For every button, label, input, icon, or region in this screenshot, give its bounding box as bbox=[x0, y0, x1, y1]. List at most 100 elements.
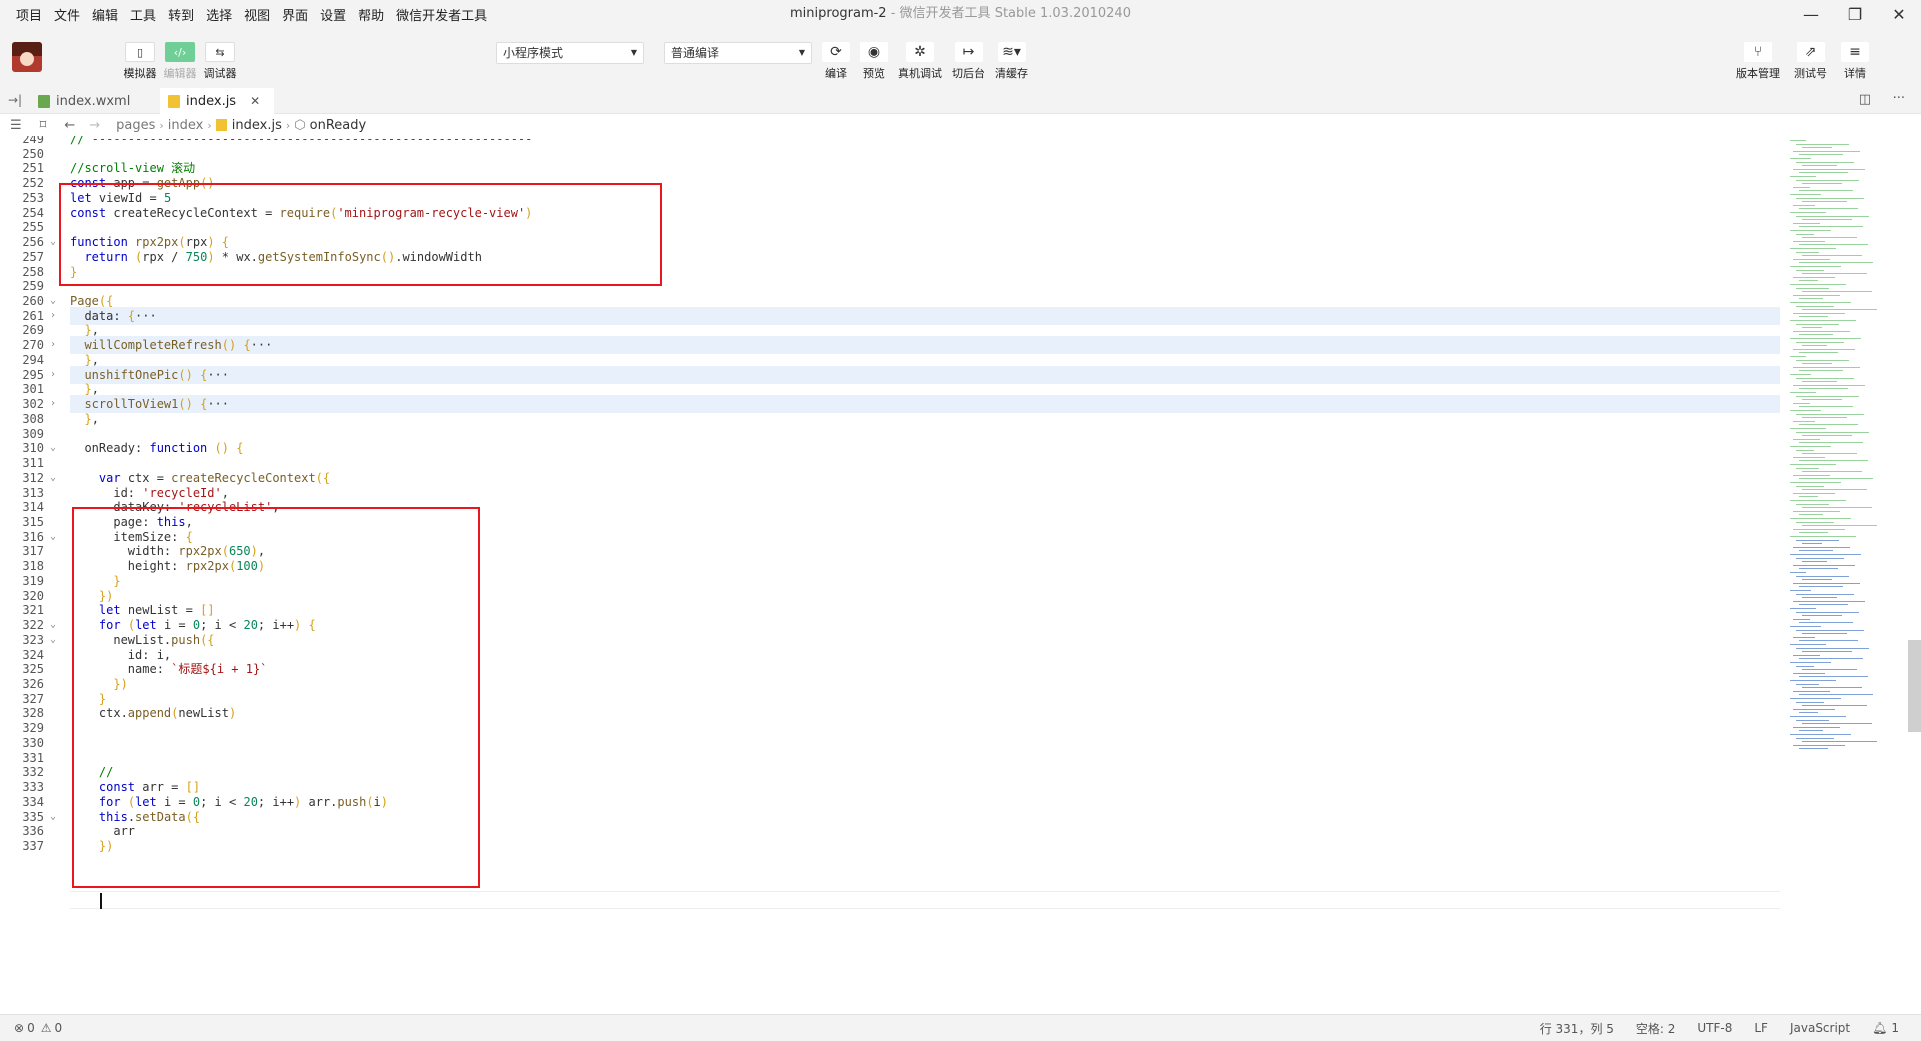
minimap-line bbox=[1799, 748, 1828, 750]
current-line-highlight bbox=[70, 891, 1780, 909]
menu-item[interactable]: 界面 bbox=[276, 5, 314, 24]
minimap-line bbox=[1802, 201, 1847, 203]
breadcrumb-symbol[interactable]: onReady bbox=[310, 118, 367, 133]
back-arrow-icon[interactable]: ← bbox=[64, 118, 75, 133]
chevron-down-icon: ▼ bbox=[630, 48, 637, 57]
cursor-position[interactable]: 行 331，列 5 bbox=[1540, 1020, 1614, 1037]
bell-icon[interactable]: 🔔︎ bbox=[1872, 1021, 1887, 1035]
minimap-line bbox=[1802, 417, 1847, 419]
minimize-button[interactable]: — bbox=[1789, 0, 1833, 28]
bookmark-icon[interactable]: ⌑ bbox=[40, 118, 47, 133]
minimap-line bbox=[1802, 543, 1822, 545]
method-icon: ⬡ bbox=[294, 117, 306, 133]
preview-label: 预览 bbox=[863, 67, 885, 80]
minimap-line bbox=[1799, 334, 1833, 336]
debugger-label: 调试器 bbox=[203, 67, 237, 80]
warning-icon[interactable]: ⚠ bbox=[41, 1021, 52, 1035]
avatar[interactable] bbox=[12, 42, 42, 72]
real-device-debug-button[interactable]: ✲ 真机调试 bbox=[898, 42, 942, 81]
preview-button[interactable]: ◉ 预览 bbox=[860, 42, 888, 81]
menu-item[interactable]: 编辑 bbox=[86, 5, 124, 24]
version-management-button[interactable]: ⑂ 版本管理 bbox=[1736, 42, 1780, 81]
minimap-line bbox=[1790, 536, 1856, 537]
menu-item[interactable]: 视图 bbox=[238, 5, 276, 24]
minimap-line bbox=[1793, 582, 1860, 584]
indentation[interactable]: 空格: 2 bbox=[1636, 1020, 1676, 1037]
list-icon[interactable]: ☰ bbox=[10, 118, 22, 133]
language-mode[interactable]: JavaScript bbox=[1790, 1021, 1850, 1035]
minimap-line bbox=[1790, 608, 1816, 609]
phone-icon: ▯ bbox=[125, 42, 155, 62]
minimap-line bbox=[1793, 150, 1860, 152]
more-icon[interactable]: ··· bbox=[1893, 91, 1905, 106]
minimap-line bbox=[1799, 280, 1818, 282]
minimap-line bbox=[1790, 590, 1811, 591]
menu-item[interactable]: 文件 bbox=[48, 5, 86, 24]
chevron-right-icon: › bbox=[159, 118, 164, 132]
menu-item[interactable]: 设置 bbox=[314, 5, 352, 24]
encoding[interactable]: UTF-8 bbox=[1697, 1021, 1732, 1035]
vertical-scrollbar[interactable] bbox=[1908, 640, 1921, 732]
minimap[interactable] bbox=[1786, 136, 1906, 1014]
minimap-line bbox=[1799, 496, 1818, 498]
minimap-line bbox=[1802, 183, 1842, 185]
details-button[interactable]: ≡ 详情 bbox=[1841, 42, 1869, 81]
minimap-line bbox=[1802, 255, 1862, 257]
menu-items: 项目 文件 编辑 工具 转到 选择 视图 界面 设置 帮助 微信开发者工具 bbox=[0, 5, 493, 24]
split-editor-icon[interactable]: ◫ bbox=[1859, 92, 1871, 107]
minimap-line bbox=[1790, 446, 1831, 447]
error-icon[interactable]: ⊗ bbox=[14, 1021, 24, 1035]
clear-cache-button[interactable]: ≋▾ 清缓存 bbox=[995, 42, 1028, 81]
debugger-button[interactable]: ⇆ 调试器 bbox=[201, 42, 239, 81]
tab-index-js[interactable]: index.js ✕ bbox=[160, 88, 274, 114]
minimap-line bbox=[1802, 579, 1832, 581]
menu-item[interactable]: 转到 bbox=[162, 5, 200, 24]
branch-icon: ⑂ bbox=[1744, 42, 1772, 62]
compile-button[interactable]: ⟳ 编译 bbox=[822, 42, 850, 81]
minimap-line bbox=[1802, 633, 1847, 635]
test-number-button[interactable]: ⇗ 测试号 bbox=[1794, 42, 1827, 81]
background-button[interactable]: ↦ 切后台 bbox=[952, 42, 985, 81]
simulator-button[interactable]: ▯ 模拟器 bbox=[121, 42, 159, 81]
minimap-line bbox=[1793, 654, 1820, 656]
compile-mode-select[interactable]: 普通编译 ▼ bbox=[664, 42, 812, 64]
menu-item[interactable]: 工具 bbox=[124, 5, 162, 24]
close-window-button[interactable]: ✕ bbox=[1877, 0, 1921, 28]
menu-item[interactable]: 项目 bbox=[10, 5, 48, 24]
minimap-line bbox=[1799, 154, 1843, 156]
minimap-line bbox=[1793, 600, 1865, 602]
menu-item[interactable]: 微信开发者工具 bbox=[390, 5, 493, 24]
minimap-line bbox=[1802, 471, 1862, 473]
minimap-line bbox=[1796, 179, 1859, 181]
mode-select[interactable]: 小程序模式 ▼ bbox=[496, 42, 644, 64]
menu-item[interactable]: 帮助 bbox=[352, 5, 390, 24]
minimap-line bbox=[1799, 514, 1823, 516]
breadcrumb-pages[interactable]: pages bbox=[116, 118, 155, 133]
minimap-line bbox=[1793, 672, 1825, 674]
chevron-right-icon: › bbox=[207, 118, 212, 132]
background-label: 切后台 bbox=[952, 67, 985, 80]
minimap-line bbox=[1793, 510, 1840, 512]
line-ending[interactable]: LF bbox=[1754, 1021, 1768, 1035]
minimap-line bbox=[1790, 356, 1806, 357]
clear-cache-label: 清缓存 bbox=[995, 67, 1028, 80]
minimap-line bbox=[1790, 644, 1826, 645]
forward-arrow-icon[interactable]: → bbox=[89, 118, 100, 133]
breadcrumb-index[interactable]: index bbox=[168, 118, 204, 133]
status-bar: ⊗ 0 ⚠ 0 行 331，列 5 空格: 2 UTF-8 LF JavaScr… bbox=[0, 1014, 1921, 1041]
minimap-line bbox=[1796, 593, 1854, 595]
maximize-button[interactable]: ❐ bbox=[1833, 0, 1877, 28]
collapse-sidebar-icon[interactable]: →| bbox=[8, 93, 22, 107]
editor-label: 编辑器 bbox=[163, 67, 197, 80]
editor-button[interactable]: ‹/› 编辑器 bbox=[161, 42, 199, 81]
minimap-line bbox=[1793, 204, 1815, 206]
minimap-line bbox=[1802, 345, 1827, 347]
minimap-line bbox=[1790, 428, 1826, 429]
code-editor[interactable]: 249// ----------------------------------… bbox=[0, 136, 1921, 1014]
menu-item[interactable]: 选择 bbox=[200, 5, 238, 24]
minimap-line bbox=[1799, 370, 1843, 372]
close-icon[interactable]: ✕ bbox=[250, 94, 260, 108]
minimap-line bbox=[1802, 597, 1837, 599]
tab-index-wxml[interactable]: index.wxml bbox=[30, 88, 138, 114]
breadcrumb-file[interactable]: index.js bbox=[232, 118, 282, 133]
